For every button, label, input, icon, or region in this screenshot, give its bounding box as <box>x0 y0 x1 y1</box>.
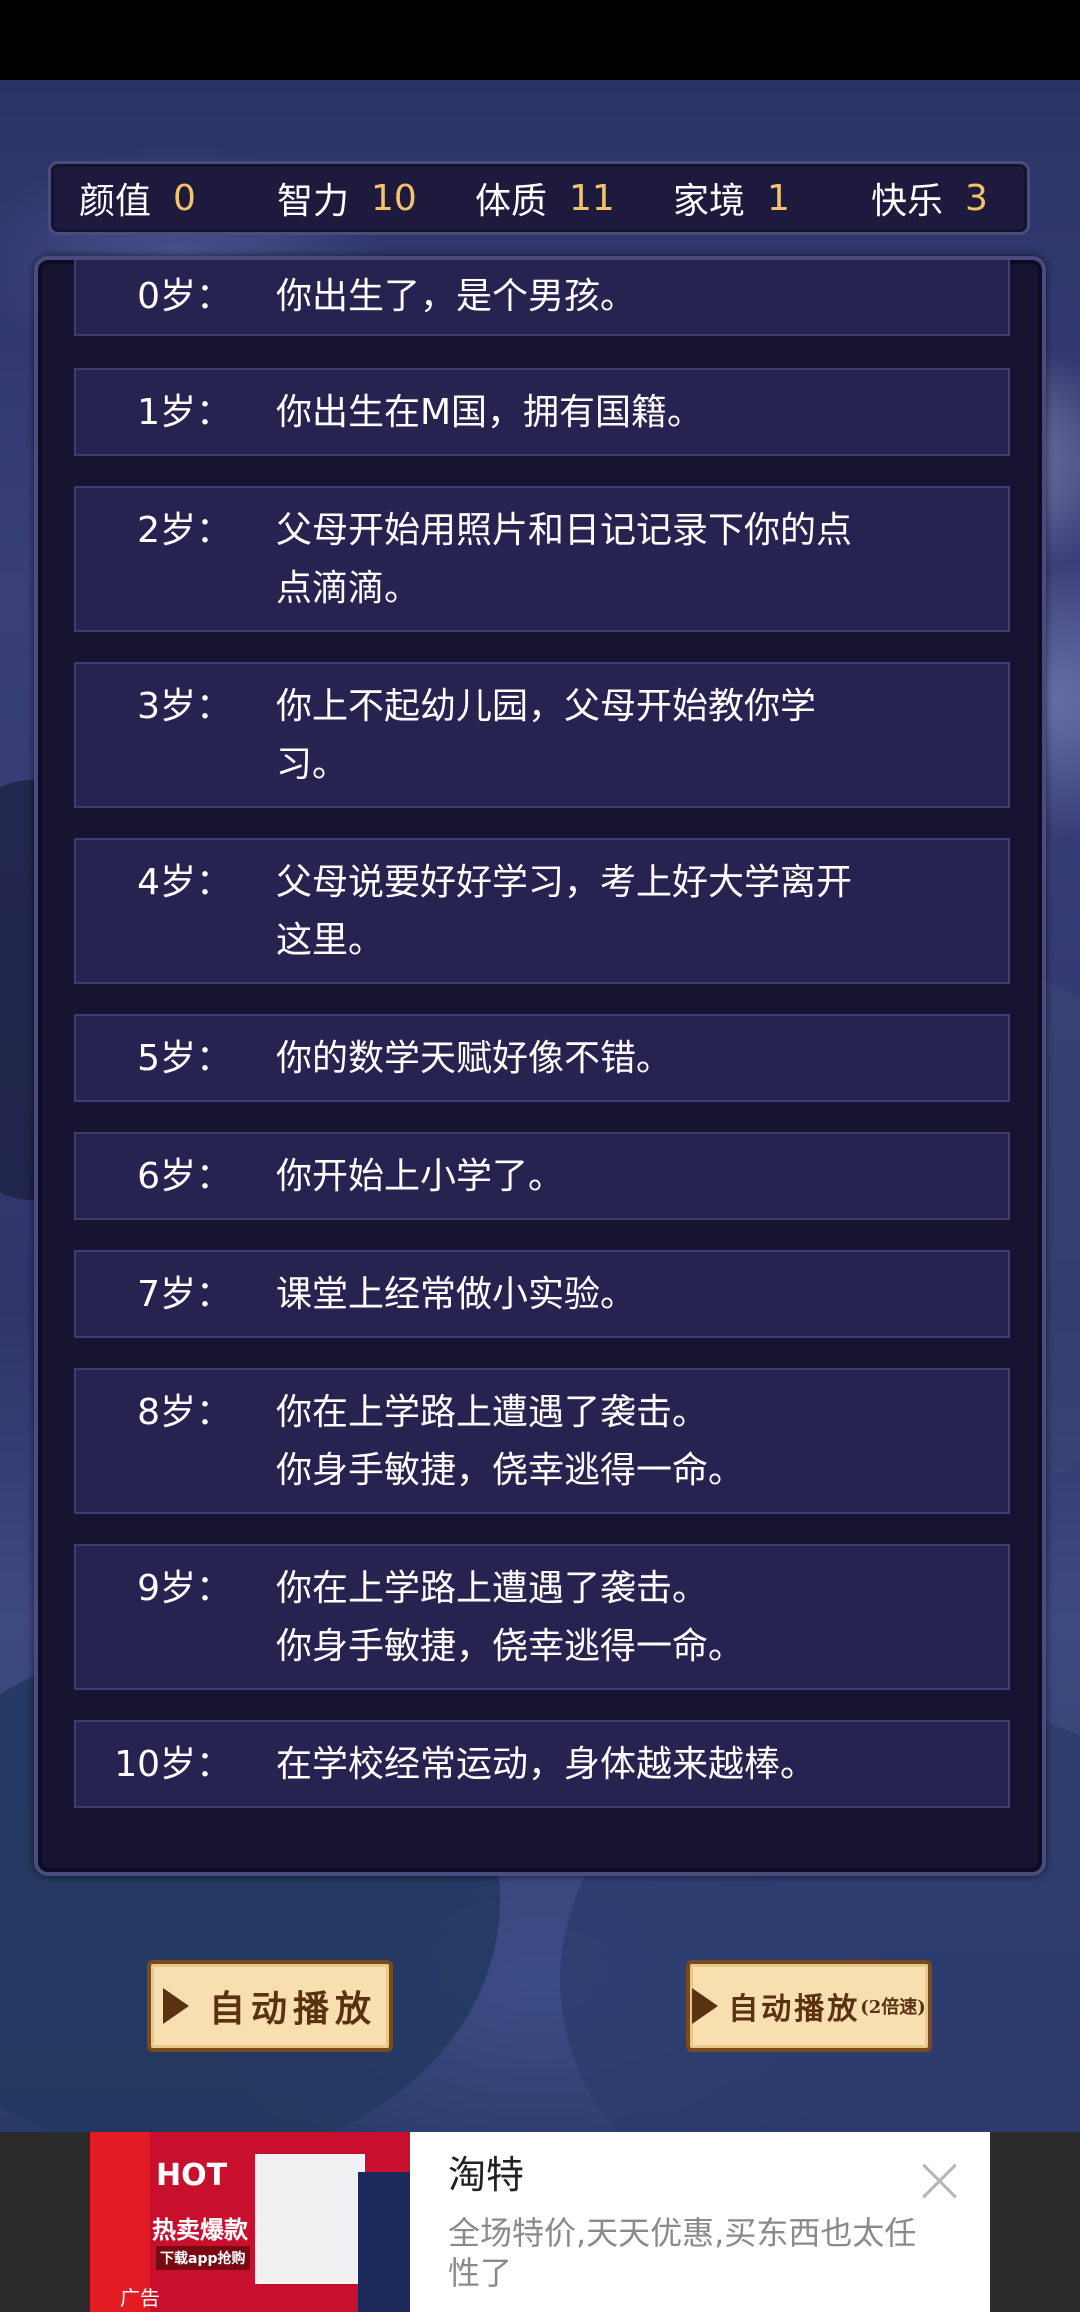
ad-description: 全场特价,天天优惠,买东西也太任性了 <box>448 2214 917 2292</box>
entry-text: 在学校经常运动，身体越来越棒。 <box>276 1736 1008 1806</box>
autoplay-2x-label: 自动播放 <box>728 1992 861 2027</box>
autoplay-label: 自动播放 <box>208 1988 377 2030</box>
entry-line: 课堂上经常做小实验。 <box>276 1274 637 1315</box>
entry-line: 这里。 <box>276 920 385 961</box>
timeline-entry: 10岁： 在学校经常运动，身体越来越棒。 <box>74 1720 1010 1808</box>
entry-age: 8岁： <box>137 1392 232 1433</box>
ad-title: 淘特 <box>448 2153 525 2197</box>
play-icon <box>692 1988 719 2024</box>
stat-constitution: 体质 11 <box>475 172 673 224</box>
status-bar <box>0 0 1080 80</box>
entry-age: 0岁： <box>137 276 232 317</box>
entry-line: 父母说要好好学习，考上好大学离开 <box>276 862 853 903</box>
entry-text: 你的数学天赋好像不错。 <box>276 1030 1008 1100</box>
entry-age: 3岁： <box>137 686 232 727</box>
ad-product-box <box>358 2172 410 2312</box>
entry-text: 你上不起幼儿园，父母开始教你学 习。 <box>276 678 1008 806</box>
entry-age: 4岁： <box>137 862 232 903</box>
timeline-entry: 3岁： 你上不起幼儿园，父母开始教你学 习。 <box>74 662 1010 808</box>
entry-age: 1岁： <box>137 392 232 433</box>
entry-line: 父母开始用照片和日记记录下你的点 <box>276 510 853 551</box>
stat-label: 颜值 <box>79 181 152 222</box>
timeline-entry: 0岁： 你出生了，是个男孩。 <box>74 260 1010 336</box>
stat-value: 10 <box>371 177 417 219</box>
ad-hot-text: HOT <box>156 2158 228 2193</box>
timeline-entry: 5岁： 你的数学天赋好像不错。 <box>74 1014 1010 1102</box>
entry-line: 你出生在M国，拥有国籍。 <box>276 392 704 433</box>
entry-line: 在学校经常运动，身体越来越棒。 <box>276 1744 817 1785</box>
entry-age: 9岁： <box>137 1568 232 1609</box>
ad-text[interactable]: 淘特 全场特价,天天优惠,买东西也太任性了 <box>410 2132 990 2312</box>
entry-text: 父母说要好好学习，考上好大学离开 这里。 <box>276 854 1008 982</box>
entry-text: 课堂上经常做小实验。 <box>276 1266 1008 1336</box>
timeline-entry: 2岁： 父母开始用照片和日记记录下你的点 点滴滴。 <box>74 486 1010 632</box>
play-icon <box>162 1988 189 2024</box>
entry-age: 7岁： <box>137 1274 232 1315</box>
timeline-entry: 4岁： 父母说要好好学习，考上好大学离开 这里。 <box>74 838 1010 984</box>
entry-text: 你在上学路上遭遇了袭击。 你身手敏捷，侥幸逃得一命。 <box>276 1384 1008 1512</box>
entry-line: 你在上学路上遭遇了袭击。 <box>276 1392 709 1433</box>
stat-label: 体质 <box>475 181 548 222</box>
autoplay-2x-button[interactable]: 自动播放 (2倍速) <box>686 1960 932 2052</box>
entry-line: 你开始上小学了。 <box>276 1156 565 1197</box>
stat-value: 0 <box>173 177 196 219</box>
entry-age: 5岁： <box>137 1038 232 1079</box>
entry-line: 你在上学路上遭遇了袭击。 <box>276 1568 709 1609</box>
entry-line: 你身手敏捷，侥幸逃得一命。 <box>276 1626 745 1667</box>
entry-line: 点滴滴。 <box>276 568 421 609</box>
ad-image[interactable]: HOT 热卖爆款 下载app抢购 广告 <box>90 2132 410 2312</box>
entry-text: 父母开始用照片和日记记录下你的点 点滴滴。 <box>276 502 1008 630</box>
ad-banner[interactable]: HOT 热卖爆款 下载app抢购 广告 淘特 全场特价,天天优惠,买东西也太任性… <box>90 2132 990 2312</box>
entry-text: 你出生了，是个男孩。 <box>276 268 1008 334</box>
ad-cta-text: 下载app抢购 <box>156 2246 250 2270</box>
entry-age: 10岁： <box>114 1744 232 1785</box>
entry-age: 6岁： <box>137 1156 232 1197</box>
entry-text: 你开始上小学了。 <box>276 1148 1008 1218</box>
stats-bar: 颜值 0 智力 10 体质 11 家境 1 快乐 3 <box>48 161 1030 235</box>
stat-value: 1 <box>767 177 790 219</box>
stat-appearance: 颜值 0 <box>79 172 277 224</box>
ad-badge: 广告 <box>120 2286 160 2310</box>
stat-happiness: 快乐 3 <box>871 172 988 224</box>
autoplay-2x-suffix: (2倍速) <box>860 1997 926 2018</box>
timeline-entry: 7岁： 课堂上经常做小实验。 <box>74 1250 1010 1338</box>
entry-line: 你出生了，是个男孩。 <box>276 276 637 317</box>
entry-line: 你的数学天赋好像不错。 <box>276 1038 673 1079</box>
timeline-entry: 8岁： 你在上学路上遭遇了袭击。 你身手敏捷，侥幸逃得一命。 <box>74 1368 1010 1514</box>
entry-text: 你在上学路上遭遇了袭击。 你身手敏捷，侥幸逃得一命。 <box>276 1560 1008 1688</box>
timeline-entry: 9岁： 你在上学路上遭遇了袭击。 你身手敏捷，侥幸逃得一命。 <box>74 1544 1010 1690</box>
close-icon[interactable] <box>920 2162 960 2202</box>
timeline-entry: 1岁： 你出生在M国，拥有国籍。 <box>74 368 1010 456</box>
stat-label: 家境 <box>673 181 746 222</box>
entry-line: 习。 <box>276 744 349 785</box>
entry-line: 你身手敏捷，侥幸逃得一命。 <box>276 1450 745 1491</box>
entry-text: 你出生在M国，拥有国籍。 <box>276 384 1008 454</box>
ad-product-box <box>255 2154 365 2284</box>
life-timeline-panel[interactable]: 0岁： 你出生了，是个男孩。 1岁： 你出生在M国，拥有国籍。 2岁： 父母开始… <box>34 256 1046 1876</box>
stat-family: 家境 1 <box>673 172 871 224</box>
timeline-entry: 6岁： 你开始上小学了。 <box>74 1132 1010 1220</box>
stat-intelligence: 智力 10 <box>277 172 475 224</box>
ad-promo-text: 热卖爆款 <box>152 2216 248 2244</box>
stat-value: 11 <box>569 177 615 219</box>
entry-line: 你上不起幼儿园，父母开始教你学 <box>276 686 817 727</box>
stat-label: 快乐 <box>871 181 944 222</box>
entry-age: 2岁： <box>137 510 232 551</box>
stat-label: 智力 <box>277 181 350 222</box>
stat-value: 3 <box>965 177 988 219</box>
autoplay-button[interactable]: 自动播放 <box>147 1960 393 2052</box>
